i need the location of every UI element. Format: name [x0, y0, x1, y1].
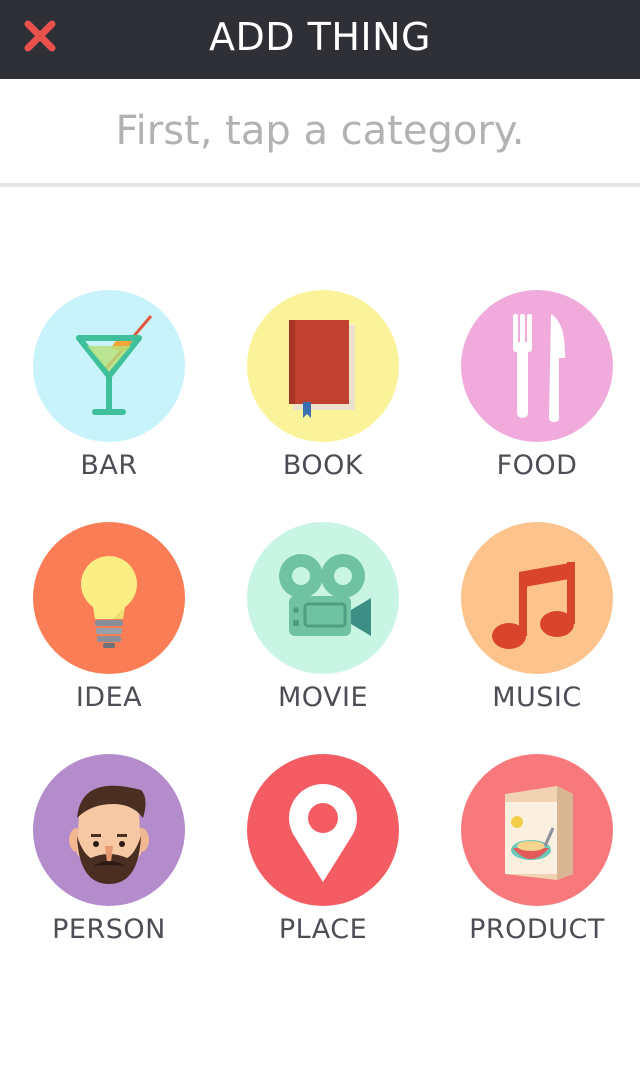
category-place-circle[interactable]: [247, 754, 399, 906]
cocktail-icon: [76, 315, 153, 415]
category-label: BAR: [80, 450, 138, 481]
category-music-circle[interactable]: [461, 522, 613, 674]
category-book-circle[interactable]: [247, 290, 399, 442]
music-note-icon: [492, 562, 575, 649]
category-person-circle[interactable]: [33, 754, 185, 906]
category-product-circle[interactable]: [461, 754, 613, 906]
prompt-area: First, tap a category.: [0, 79, 640, 183]
category-label: PERSON: [52, 914, 166, 945]
category-label: FOOD: [496, 450, 578, 481]
map-pin-icon: [289, 784, 357, 882]
bearded-face-icon: [69, 785, 149, 884]
category-food[interactable]: FOOD: [430, 290, 640, 490]
category-food-circle[interactable]: [461, 290, 613, 442]
category-label: MUSIC: [492, 682, 582, 713]
prompt-text: First, tap a category.: [115, 108, 525, 154]
fork-knife-icon: [513, 314, 565, 422]
page-title: ADD THING: [209, 15, 431, 59]
category-music[interactable]: MUSIC: [430, 522, 640, 722]
category-label: BOOK: [282, 450, 364, 481]
category-bar[interactable]: BAR: [2, 290, 216, 490]
top-bar: ADD THING: [0, 0, 640, 79]
category-label: PRODUCT: [469, 914, 605, 945]
category-bar-circle[interactable]: [33, 290, 185, 442]
category-person[interactable]: PERSON: [2, 754, 216, 954]
book-icon: [289, 320, 355, 418]
category-place[interactable]: PLACE: [216, 754, 430, 954]
category-movie[interactable]: MOVIE: [216, 522, 430, 722]
category-label: PLACE: [278, 914, 368, 945]
category-label: MOVIE: [277, 682, 369, 713]
category-idea[interactable]: IDEA: [2, 522, 216, 722]
movie-camera-icon: [279, 554, 371, 636]
category-book[interactable]: BOOK: [216, 290, 430, 490]
category-label: IDEA: [75, 682, 143, 713]
lightbulb-icon: [80, 556, 138, 648]
cereal-box-icon: [505, 786, 573, 880]
category-product[interactable]: PRODUCT: [430, 754, 640, 954]
category-movie-circle[interactable]: [247, 522, 399, 674]
category-idea-circle[interactable]: [33, 522, 185, 674]
divider: [0, 183, 640, 187]
